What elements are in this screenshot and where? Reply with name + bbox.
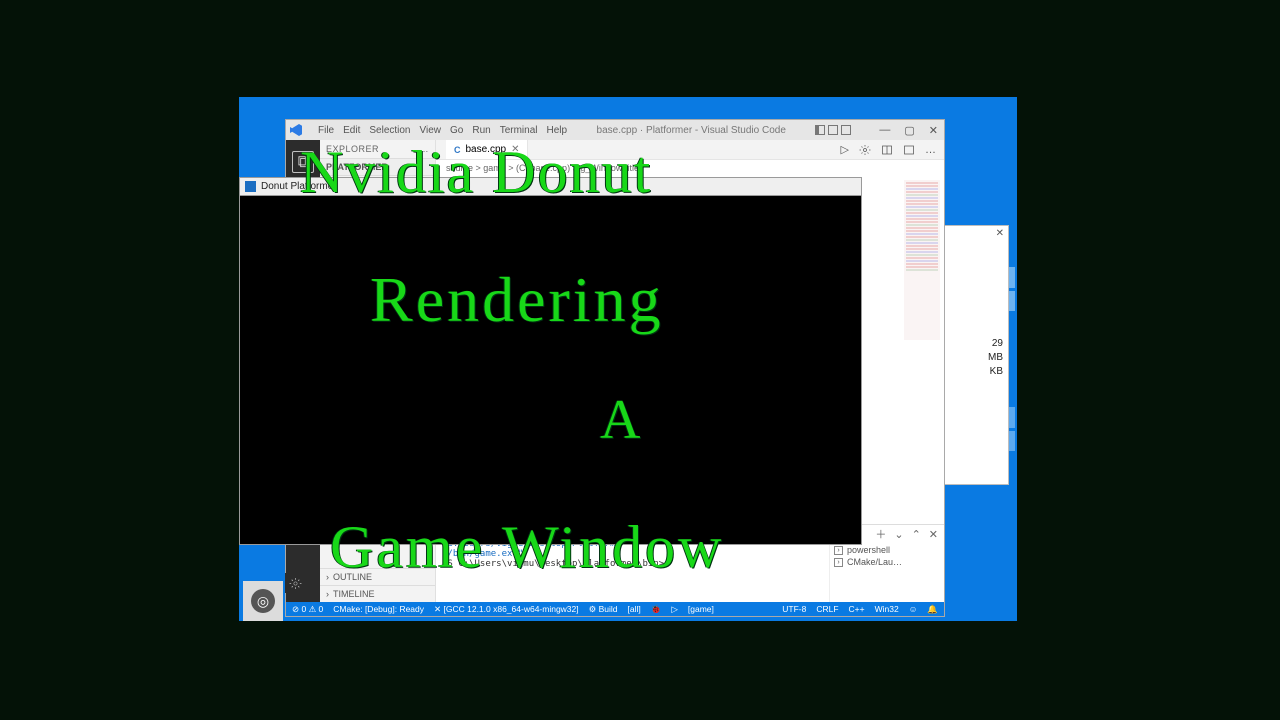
terminal-icon: › <box>834 558 843 567</box>
split-icon[interactable] <box>881 144 893 156</box>
stat-line: 29 <box>988 337 1003 351</box>
menu-help[interactable]: Help <box>547 125 568 136</box>
stat-line: KB <box>988 365 1003 379</box>
window-title: base.cpp · Platformer - Visual Studio Co… <box>577 125 805 136</box>
status-kit[interactable]: ✕ [GCC 12.1.0 x86_64-w64-mingw32] <box>434 604 579 615</box>
outline-section[interactable]: OUTLINE <box>333 572 372 582</box>
run-icon[interactable]: ▷ <box>841 143 849 156</box>
tab-close-icon[interactable]: ✕ <box>511 144 519 155</box>
terminal-prompt: PS C:\Users\vigmu\Desktop\Platformer\bin… <box>442 559 664 569</box>
status-problems[interactable]: ⊘ 0 ⚠ 0 <box>292 604 323 615</box>
editor-actions: ▷ … <box>833 140 944 159</box>
status-cmake[interactable]: CMake: [Debug]: Ready <box>333 604 424 614</box>
menu-run[interactable]: Run <box>472 125 490 136</box>
status-run-icon[interactable]: ▷ <box>671 604 678 615</box>
new-terminal-icon[interactable]: ＋ <box>875 526 886 542</box>
explorer-title: EXPLORER <box>326 144 379 154</box>
close-icon[interactable]: ✕ <box>996 228 1004 239</box>
chevron-up-icon[interactable]: ⌃ <box>912 528 921 541</box>
taskbar-app-icon[interactable]: ◎ <box>243 581 283 621</box>
status-language[interactable]: C++ <box>849 604 865 614</box>
game-title-bar[interactable]: Donut Platformer <box>239 177 862 195</box>
game-viewport[interactable] <box>239 195 862 545</box>
stat-line: MB <box>988 351 1003 365</box>
status-platform[interactable]: Win32 <box>875 604 899 614</box>
more-icon[interactable]: … <box>925 144 936 156</box>
menu-view[interactable]: View <box>420 125 442 136</box>
obs-icon: ◎ <box>251 589 275 613</box>
status-encoding[interactable]: UTF-8 <box>782 604 806 614</box>
app-icon <box>245 181 256 192</box>
terminal-icon: › <box>834 546 843 555</box>
bell-icon[interactable]: 🔔 <box>927 604 938 615</box>
menu-go[interactable]: Go <box>450 125 463 136</box>
menu-selection[interactable]: Selection <box>369 125 410 136</box>
status-target[interactable]: [all] <box>628 604 641 614</box>
menu-terminal[interactable]: Terminal <box>500 125 538 136</box>
gear-icon[interactable] <box>859 144 871 156</box>
project-header[interactable]: PLATFORMER <box>320 158 435 176</box>
tab-basecpp[interactable]: C base.cpp ✕ <box>446 140 528 159</box>
breadcrumb[interactable]: source > game > (C:/base.cpp) > g_Window… <box>436 160 944 176</box>
gear-icon[interactable] <box>285 573 305 593</box>
terminal-line: r/bin/game.exe" <box>442 549 523 559</box>
terminal-instance[interactable]: ›CMake/Lau… <box>834 557 940 567</box>
minimap[interactable] <box>904 180 940 340</box>
background-stats: 29 MB KB <box>988 337 1003 379</box>
minimize-icon[interactable]: — <box>879 124 890 137</box>
close-icon[interactable]: ✕ <box>929 124 938 137</box>
game-window[interactable]: Donut Platformer <box>239 177 862 545</box>
explorer-icon[interactable] <box>292 151 314 173</box>
windows-desktop: ✕ 29 MB KB File Edit Selection View Go R… <box>239 97 1017 621</box>
menu-bar: File Edit Selection View Go Run Terminal… <box>318 125 567 136</box>
title-bar[interactable]: File Edit Selection View Go Run Terminal… <box>286 120 944 140</box>
status-build[interactable]: ⚙ Build <box>589 604 618 615</box>
timeline-section[interactable]: TIMELINE <box>333 589 375 599</box>
more-icon[interactable]: … <box>420 144 430 154</box>
chevron-right-icon[interactable]: › <box>326 589 329 599</box>
terminal-instance[interactable]: ›powershell <box>834 545 940 555</box>
status-bar: ⊘ 0 ⚠ 0 CMake: [Debug]: Ready ✕ [GCC 12.… <box>286 602 944 616</box>
tab-label: base.cpp <box>466 144 507 155</box>
status-launch[interactable]: [game] <box>688 604 714 614</box>
chevron-right-icon[interactable]: › <box>326 572 329 582</box>
status-debug-icon[interactable]: 🐞 <box>651 604 662 615</box>
chevron-down-icon[interactable]: ⌄ <box>894 528 903 541</box>
maximize-icon[interactable]: ▢ <box>904 124 914 137</box>
layout-controls[interactable] <box>815 125 851 135</box>
vscode-logo-icon <box>290 124 302 136</box>
game-window-title: Donut Platformer <box>261 181 337 192</box>
tabs-row: C base.cpp ✕ ▷ … <box>436 140 944 160</box>
layout-icon[interactable] <box>903 144 915 156</box>
feedback-icon[interactable]: ☺ <box>909 604 918 614</box>
menu-edit[interactable]: Edit <box>343 125 360 136</box>
menu-file[interactable]: File <box>318 125 334 136</box>
status-eol[interactable]: CRLF <box>816 604 838 614</box>
close-icon[interactable]: ✕ <box>929 528 938 541</box>
cpp-file-icon: C <box>454 145 461 155</box>
